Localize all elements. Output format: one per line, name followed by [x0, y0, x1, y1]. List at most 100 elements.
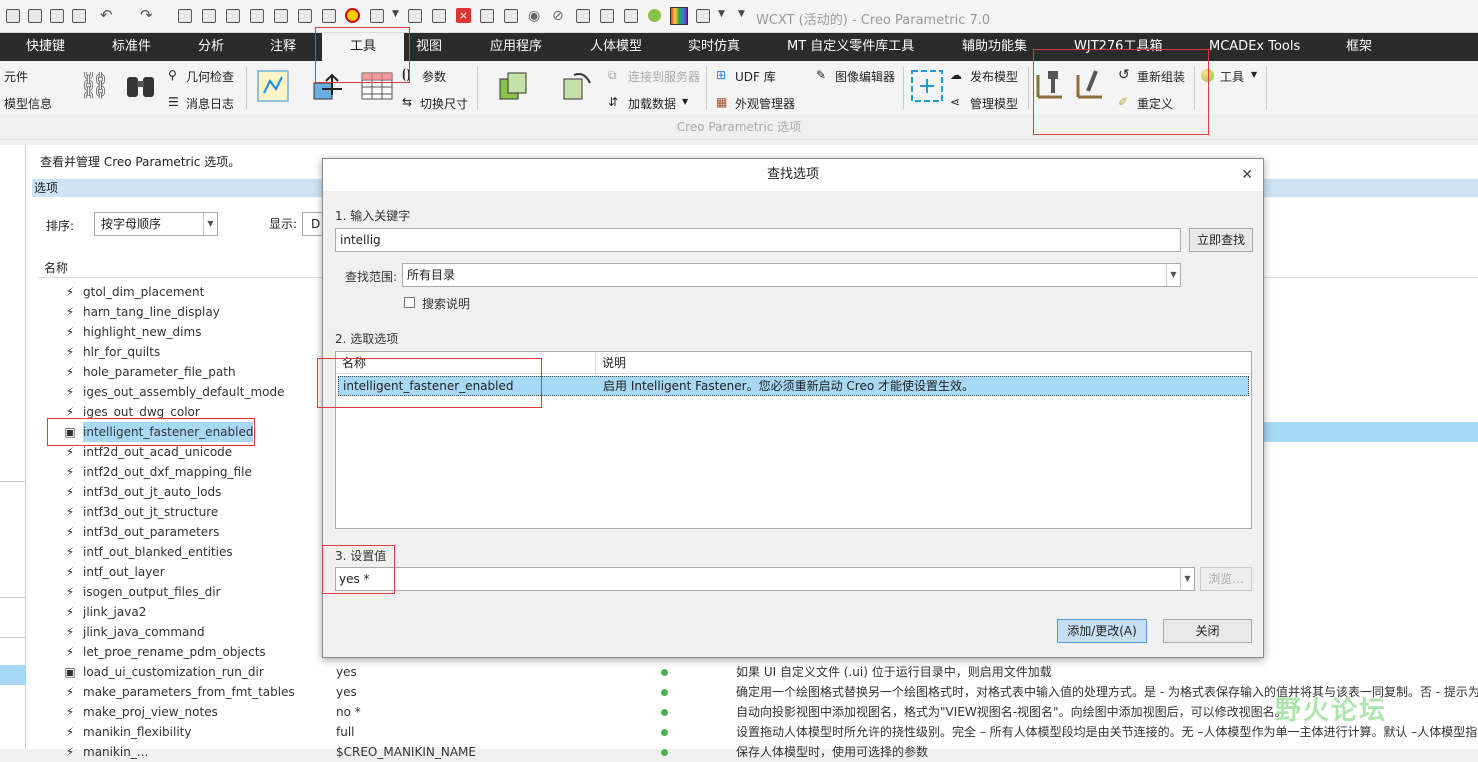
nut-tool-icon[interactable] [1074, 67, 1108, 101]
tab-wjt276-toolbox[interactable]: WJT276工具箱 [1074, 33, 1162, 61]
switch-symbol-icon[interactable] [312, 69, 346, 103]
tab-manikin[interactable]: 人体模型 [590, 33, 642, 61]
table-row[interactable]: intelligent_fastener_enabled 启用 Intellig… [338, 376, 1249, 396]
image-editor-button[interactable]: 图像编辑器 [835, 68, 895, 85]
regenerate-icon[interactable] [72, 9, 86, 23]
manage-model-button[interactable]: 管理模型 [970, 95, 1018, 112]
tab-standard-parts[interactable]: 标准件 [112, 33, 151, 61]
table-row[interactable]: ⚡ make_parameters_from_fmt_tables yes 确定用一个… [26, 682, 1478, 702]
load-data-button[interactable]: 加载数据 [628, 95, 676, 112]
tab-tools[interactable]: 工具 [322, 33, 404, 61]
tool-icon[interactable] [322, 9, 336, 23]
mapkey-icon[interactable] [560, 69, 594, 103]
message-log-button[interactable]: 消息日志 [186, 95, 234, 112]
save-copy-icon[interactable] [50, 9, 64, 23]
results-col-desc[interactable]: 说明 [596, 352, 626, 374]
pencil-icon[interactable] [178, 9, 192, 23]
tools-dropdown-icon[interactable]: ▼ [1251, 70, 1257, 79]
params-button[interactable]: 参数 [422, 68, 446, 85]
udf-icon[interactable] [496, 69, 530, 103]
text-icon[interactable] [298, 9, 312, 23]
switch-dims-button[interactable]: 切换尺寸 [420, 95, 468, 112]
close-window-icon[interactable]: × [456, 8, 471, 23]
cube-icon[interactable] [696, 9, 710, 23]
dropdown-icon[interactable]: ▼ [718, 9, 725, 19]
scissors-icon[interactable] [408, 9, 422, 23]
component-icon[interactable] [202, 9, 216, 23]
tab-mt-part-library[interactable]: MT 自定义零件库工具 [787, 33, 914, 61]
redo-icon[interactable]: ↷ [140, 6, 153, 24]
chevron-down-icon[interactable]: ▼ [203, 213, 217, 235]
close-button[interactable]: 关闭 [1163, 619, 1252, 643]
tab-mcadex-tools[interactable]: MCADEx Tools [1209, 33, 1300, 61]
keyword-input[interactable]: intellig [335, 228, 1181, 252]
save-all-icon[interactable] [28, 9, 42, 23]
target-icon[interactable] [345, 8, 360, 23]
tree-icon[interactable] [600, 9, 614, 23]
family-table-icon[interactable] [360, 69, 394, 103]
eye-icon[interactable]: ◉ [528, 8, 540, 24]
add-change-button[interactable]: 添加/更改(A) [1057, 619, 1147, 643]
tab-framework[interactable]: 框架 [1346, 33, 1372, 61]
customize-qat-icon[interactable]: ▼ [738, 9, 745, 19]
copy-icon[interactable] [432, 9, 446, 23]
option-name: harn_tang_line_display [83, 305, 220, 319]
option-name: intf3d_out_parameters [83, 525, 220, 539]
model-info-label[interactable]: 模型信息 [4, 95, 52, 112]
binoculars-icon[interactable] [124, 69, 158, 103]
chevron-down-icon[interactable]: ▼ [1180, 568, 1194, 590]
reassemble-button[interactable]: 重新组装 [1137, 68, 1185, 85]
tab-annotate[interactable]: 注释 [270, 33, 296, 61]
connect-server-icon: ⧉ [608, 68, 617, 82]
ruler-icon[interactable] [624, 9, 638, 23]
tab-aux-functions[interactable]: 辅助功能集 [962, 33, 1027, 61]
undo-icon[interactable]: ↶ [100, 6, 113, 24]
info-icon[interactable] [480, 9, 494, 23]
appearance-icon[interactable] [670, 7, 688, 25]
option-name: isogen_output_files_dir [83, 585, 221, 599]
udf-library-button[interactable]: UDF 库 [735, 68, 776, 85]
chain-link-icon[interactable]: ⛓ [78, 69, 112, 103]
lightning-icon: ⚡ [65, 385, 75, 399]
tools-menu-button[interactable]: 工具 [1220, 68, 1244, 85]
results-col-name[interactable]: 名称 [336, 352, 596, 374]
bolt-tool-icon[interactable] [1034, 67, 1068, 101]
save-icon[interactable] [6, 9, 20, 23]
params-icon[interactable] [274, 9, 288, 23]
link-icon[interactable] [504, 9, 518, 23]
appearance-manager-button[interactable]: 外观管理器 [735, 95, 795, 112]
find-now-button[interactable]: 立即查找 [1189, 228, 1253, 252]
option-name: make_proj_view_notes [83, 705, 218, 719]
table-row[interactable]: ▣ load_ui_customization_run_dir yes 如果 UI 自… [26, 662, 1478, 682]
tab-view[interactable]: 视图 [416, 33, 442, 61]
geometry-check-button[interactable]: 几何检查 [186, 68, 234, 85]
value-combo[interactable]: yes * ▼ [335, 567, 1195, 591]
scope-select[interactable]: 所有目录 ▼ [402, 263, 1181, 287]
component-label[interactable]: 元件 [4, 68, 28, 85]
window-title: WCXT (活动的) - Creo Parametric 7.0 [756, 13, 991, 28]
sphere-icon[interactable] [648, 9, 661, 22]
load-data-dropdown-icon[interactable]: ▼ [682, 97, 688, 106]
layer-icon[interactable] [576, 9, 590, 23]
table-row[interactable]: ⚡ make_proj_view_notes no * 自动向投影视图中添加视图名，格… [26, 702, 1478, 722]
refresh-icon[interactable] [226, 9, 240, 23]
tab-analysis[interactable]: 分析 [198, 33, 224, 61]
search-description-checkbox[interactable] [404, 297, 415, 308]
sort-select[interactable]: 按字母顺序 ▼ [94, 212, 218, 236]
close-icon[interactable]: ✕ [1241, 167, 1253, 183]
table-row[interactable]: ⚡ manikin_flexibility full 设置拖动人体模型时所允许的挠性级… [26, 722, 1478, 742]
view-icon[interactable] [370, 9, 384, 23]
redefine-button[interactable]: 重定义 [1137, 95, 1173, 112]
document-icon[interactable] [250, 9, 264, 23]
dropdown-icon[interactable]: ▼ [392, 9, 399, 19]
tab-shortcuts[interactable]: 快捷键 [26, 33, 65, 61]
hide-icon[interactable]: ⊘ [552, 8, 564, 24]
relations-icon[interactable] [256, 69, 290, 103]
publish-model-button[interactable]: 发布模型 [970, 68, 1018, 85]
table-row[interactable]: ⚡ manikin_... $CREO_MANIKIN_NAME 保存人体模型时，使用… [26, 742, 1478, 762]
quick-access-toolbar: ↶ ↷ ▼ × ◉ ⊘ ▼ ▼ WCXT (活动的) - Creo Parame… [0, 0, 1478, 33]
chevron-down-icon[interactable]: ▼ [1166, 264, 1180, 286]
tab-applications[interactable]: 应用程序 [490, 33, 542, 61]
add-frame-icon[interactable] [910, 69, 944, 103]
tab-realtime-sim[interactable]: 实时仿真 [688, 33, 740, 61]
